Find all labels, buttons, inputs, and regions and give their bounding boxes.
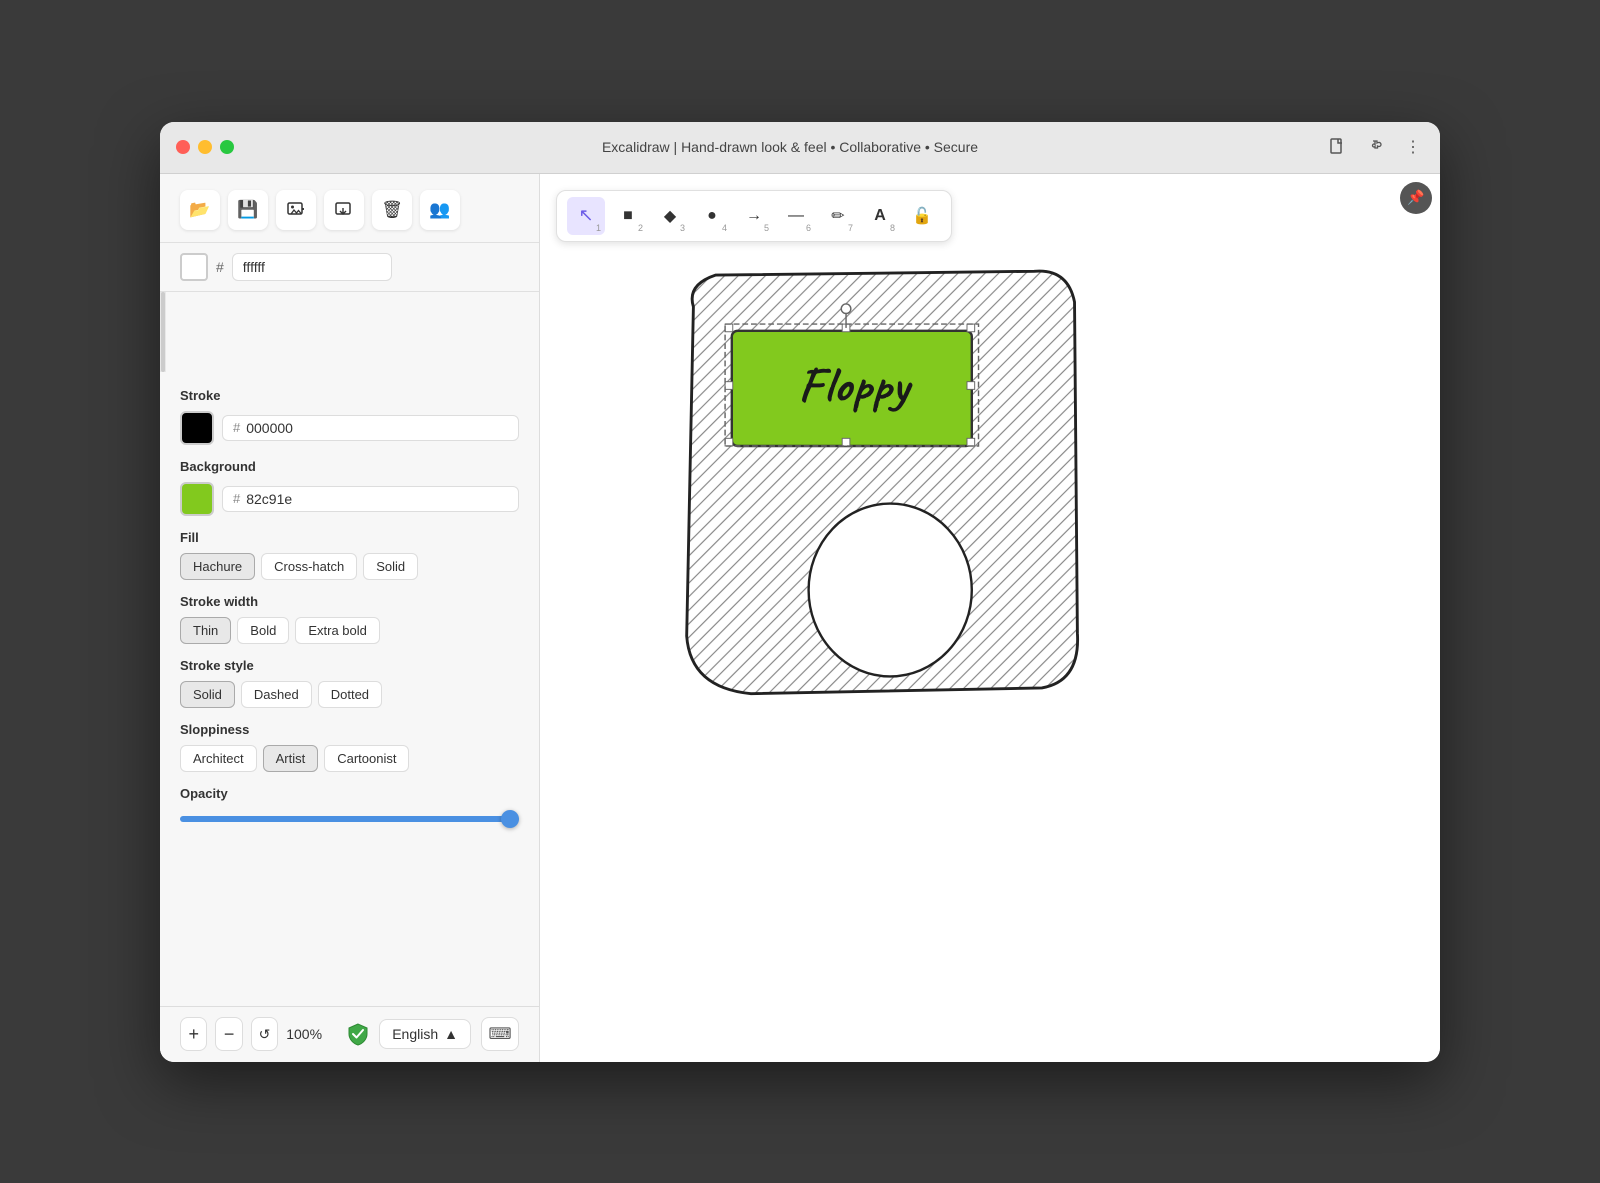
background-label: Background — [180, 459, 519, 474]
save-button[interactable]: 💾 — [228, 190, 268, 230]
canvas-toolbar: ↖ 1 ■ 2 ◆ 3 ● 4 → 5 — [556, 190, 952, 242]
titlebar-icons: ⋮ — [1326, 136, 1424, 158]
stroke-hash: # — [233, 420, 240, 435]
zoom-level: 100% — [286, 1026, 336, 1042]
stroke-solid-btn[interactable]: Solid — [180, 681, 235, 708]
fill-solid-btn[interactable]: Solid — [363, 553, 418, 580]
fill-section: Fill Hachure Cross-hatch Solid — [180, 530, 519, 580]
stroke-hex-input[interactable] — [246, 420, 508, 436]
floppy-drawing: Floppy — [620, 254, 1170, 734]
main-area: 📂 💾 🗑 👥 # — [160, 174, 1440, 1062]
scrollbar-divider — [160, 292, 166, 372]
puzzle-icon[interactable] — [1364, 136, 1386, 158]
sloppiness-options: Architect Artist Cartoonist — [180, 745, 519, 772]
stroke-bold-btn[interactable]: Bold — [237, 617, 289, 644]
arrow-tool[interactable]: → 5 — [735, 197, 773, 235]
drawing-area: Floppy — [620, 254, 1170, 734]
canvas-area[interactable]: ↖ 1 ■ 2 ◆ 3 ● 4 → 5 — [540, 174, 1440, 1062]
zoom-out-button[interactable]: − — [215, 1017, 242, 1051]
stroke-color-swatch[interactable] — [180, 411, 214, 445]
background-hex-field: # — [222, 486, 519, 512]
bottom-right: English ▲ ⌨ — [379, 1017, 519, 1051]
stroke-section: Stroke # — [180, 388, 519, 445]
pencil-tool[interactable]: ✏ 7 — [819, 197, 857, 235]
shield-icon[interactable] — [344, 1017, 371, 1051]
background-hash: # — [233, 491, 240, 506]
sidebar-toolbar: 📂 💾 🗑 👥 — [160, 174, 539, 243]
stroke-width-options: Thin Bold Extra bold — [180, 617, 519, 644]
lock-tool[interactable]: 🔓 — [903, 197, 941, 235]
background-hex-input[interactable] — [246, 491, 508, 507]
rectangle-tool[interactable]: ■ 2 — [609, 197, 647, 235]
color-row: # — [160, 243, 539, 292]
fill-crosshatch-btn[interactable]: Cross-hatch — [261, 553, 357, 580]
stroke-dashed-btn[interactable]: Dashed — [241, 681, 312, 708]
select-tool[interactable]: ↖ 1 — [567, 197, 605, 235]
stroke-extrabold-btn[interactable]: Extra bold — [295, 617, 380, 644]
sloppiness-label: Sloppiness — [180, 722, 519, 737]
opacity-slider[interactable] — [180, 816, 519, 822]
app-window: Excalidraw | Hand-drawn look & feel • Co… — [160, 122, 1440, 1062]
opacity-label: Opacity — [180, 786, 519, 801]
properties-panel: Stroke # Background # — [160, 372, 539, 1006]
opacity-slider-container — [180, 809, 519, 827]
stroke-label: Stroke — [180, 388, 519, 403]
sidebar: 📂 💾 🗑 👥 # — [160, 174, 540, 1062]
delete-button[interactable]: 🗑 — [372, 190, 412, 230]
text-tool[interactable]: A 8 — [861, 197, 899, 235]
stroke-style-section: Stroke style Solid Dashed Dotted — [180, 658, 519, 708]
stroke-row: # — [180, 411, 519, 445]
new-file-icon[interactable] — [1326, 136, 1348, 158]
diamond-tool[interactable]: ◆ 3 — [651, 197, 689, 235]
export-button[interactable] — [324, 190, 364, 230]
hash-symbol: # — [216, 259, 224, 275]
language-select[interactable]: English ▲ — [379, 1019, 471, 1049]
pin-button[interactable]: 📌 — [1400, 182, 1432, 214]
stroke-dotted-btn[interactable]: Dotted — [318, 681, 382, 708]
language-value: English — [392, 1026, 438, 1042]
close-button[interactable] — [176, 140, 190, 154]
sloppiness-artist-btn[interactable]: Artist — [263, 745, 319, 772]
collaborate-button[interactable]: 👥 — [420, 190, 460, 230]
keyboard-button[interactable]: ⌨ — [481, 1017, 519, 1051]
export-image-button[interactable] — [276, 190, 316, 230]
ellipse-tool[interactable]: ● 4 — [693, 197, 731, 235]
background-row: # — [180, 482, 519, 516]
scrollbar-thumb[interactable] — [161, 292, 165, 372]
svg-text:Floppy: Floppy — [798, 352, 913, 415]
line-tool[interactable]: — 6 — [777, 197, 815, 235]
window-title: Excalidraw | Hand-drawn look & feel • Co… — [254, 139, 1326, 155]
sloppiness-section: Sloppiness Architect Artist Cartoonist — [180, 722, 519, 772]
sloppiness-cartoonist-btn[interactable]: Cartoonist — [324, 745, 409, 772]
menu-icon[interactable]: ⋮ — [1402, 136, 1424, 158]
fill-label: Fill — [180, 530, 519, 545]
traffic-lights — [176, 140, 234, 154]
stroke-width-section: Stroke width Thin Bold Extra bold — [180, 594, 519, 644]
fill-options: Hachure Cross-hatch Solid — [180, 553, 519, 580]
zoom-reset-button[interactable]: ↺ — [251, 1017, 278, 1051]
sloppiness-architect-btn[interactable]: Architect — [180, 745, 257, 772]
canvas-color-swatch[interactable] — [180, 253, 208, 281]
background-color-swatch[interactable] — [180, 482, 214, 516]
fill-hachure-btn[interactable]: Hachure — [180, 553, 255, 580]
background-section: Background # — [180, 459, 519, 516]
titlebar: Excalidraw | Hand-drawn look & feel • Co… — [160, 122, 1440, 174]
chevron-up-icon: ▲ — [444, 1026, 458, 1042]
bottom-bar: + − ↺ 100% English ▲ ⌨ — [160, 1006, 539, 1062]
stroke-thin-btn[interactable]: Thin — [180, 617, 231, 644]
canvas-hex-input[interactable] — [232, 253, 392, 281]
zoom-in-button[interactable]: + — [180, 1017, 207, 1051]
maximize-button[interactable] — [220, 140, 234, 154]
stroke-width-label: Stroke width — [180, 594, 519, 609]
stroke-style-options: Solid Dashed Dotted — [180, 681, 519, 708]
minimize-button[interactable] — [198, 140, 212, 154]
opacity-section: Opacity — [180, 786, 519, 827]
open-button[interactable]: 📂 — [180, 190, 220, 230]
stroke-hex-field: # — [222, 415, 519, 441]
stroke-style-label: Stroke style — [180, 658, 519, 673]
